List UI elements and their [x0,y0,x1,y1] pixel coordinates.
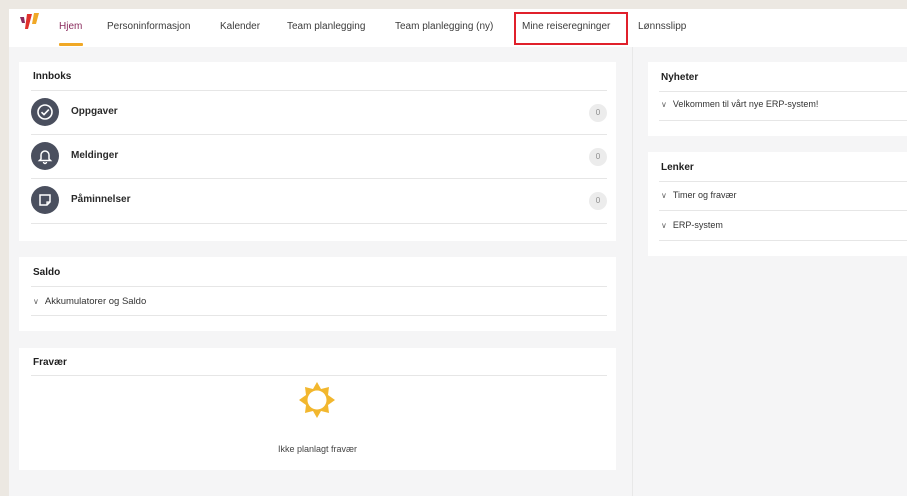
chevron-down-icon: ∨ [661,221,667,230]
nav-tab-team-planlegging[interactable]: Team planlegging [287,21,365,32]
chevron-down-icon: ∨ [661,191,667,200]
chevron-down-icon: ∨ [661,100,667,109]
divider [659,210,907,211]
divider [31,286,607,287]
links-panel: Lenker ∨ Timer og fravær ∨ ERP-system [648,152,907,256]
links-title: Lenker [661,162,694,173]
link-item-label: ERP-system [672,220,723,230]
count-badge: 0 [589,148,607,166]
news-panel: Nyheter ∨ Velkommen til vårt nye ERP-syst… [648,62,907,136]
company-logo-icon [17,11,43,35]
fravaer-title: Fravær [33,357,67,368]
news-item-label: Velkommen til vårt nye ERP-system! [672,99,819,109]
inbox-row-meldinger[interactable]: Meldinger 0 [31,134,607,178]
inbox-row-paminnelser[interactable]: Påminnelser 0 [31,178,607,222]
divider [659,240,907,241]
check-circle-icon [31,98,59,126]
divider [31,375,607,376]
window-frame-top [0,0,907,9]
count-badge: 0 [589,104,607,122]
news-title: Nyheter [661,72,699,83]
inbox-row-label: Oppgaver [71,106,118,117]
inbox-row-label: Meldinger [71,150,119,161]
nav-tab-hjem[interactable]: Hjem [59,21,82,32]
nav-tab-lonnsslipp[interactable]: Lønnsslipp [638,21,686,32]
saldo-panel: Saldo ∨ Akkumulatorer og Saldo [19,257,616,331]
chevron-down-icon: ∨ [33,297,39,306]
divider [31,223,607,224]
saldo-expander[interactable]: ∨ Akkumulatorer og Saldo [33,296,146,307]
sun-icon [297,380,337,420]
divider [31,315,607,316]
fravaer-panel: Fravær Ikke planlagt fravær [19,348,616,470]
divider [659,91,907,92]
window-frame-left [0,0,9,496]
divider [659,181,907,182]
app-container: Hjem Personinformasjon Kalender Team pla… [9,9,907,496]
link-item-erp-system[interactable]: ∨ ERP-system [661,220,723,230]
top-navigation: Hjem Personinformasjon Kalender Team pla… [9,9,907,47]
inbox-row-oppgaver[interactable]: Oppgaver 0 [31,90,607,134]
link-item-label: Timer og fravær [672,190,737,200]
divider [659,120,907,121]
inbox-panel: Innboks Oppgaver 0 Meldinger 0 Påminnels… [19,62,616,241]
count-badge: 0 [589,192,607,210]
bell-icon [31,142,59,170]
inbox-row-label: Påminnelser [71,194,131,205]
highlight-box [514,12,628,45]
nav-tab-team-planlegging-ny[interactable]: Team planlegging (ny) [395,21,493,32]
empty-absence-text: Ikke planlagt fravær [277,444,358,454]
nav-tab-kalender[interactable]: Kalender [220,21,260,32]
saldo-expander-label: Akkumulatorer og Saldo [44,296,147,307]
inbox-title: Innboks [33,71,72,82]
column-divider [632,47,633,496]
nav-tab-personinformasjon[interactable]: Personinformasjon [107,21,190,32]
news-item[interactable]: ∨ Velkommen til vårt nye ERP-system! [661,99,818,109]
active-tab-indicator [59,43,83,46]
note-icon [31,186,59,214]
link-item-timer-og-fravaer[interactable]: ∨ Timer og fravær [661,190,737,200]
saldo-title: Saldo [33,267,61,278]
